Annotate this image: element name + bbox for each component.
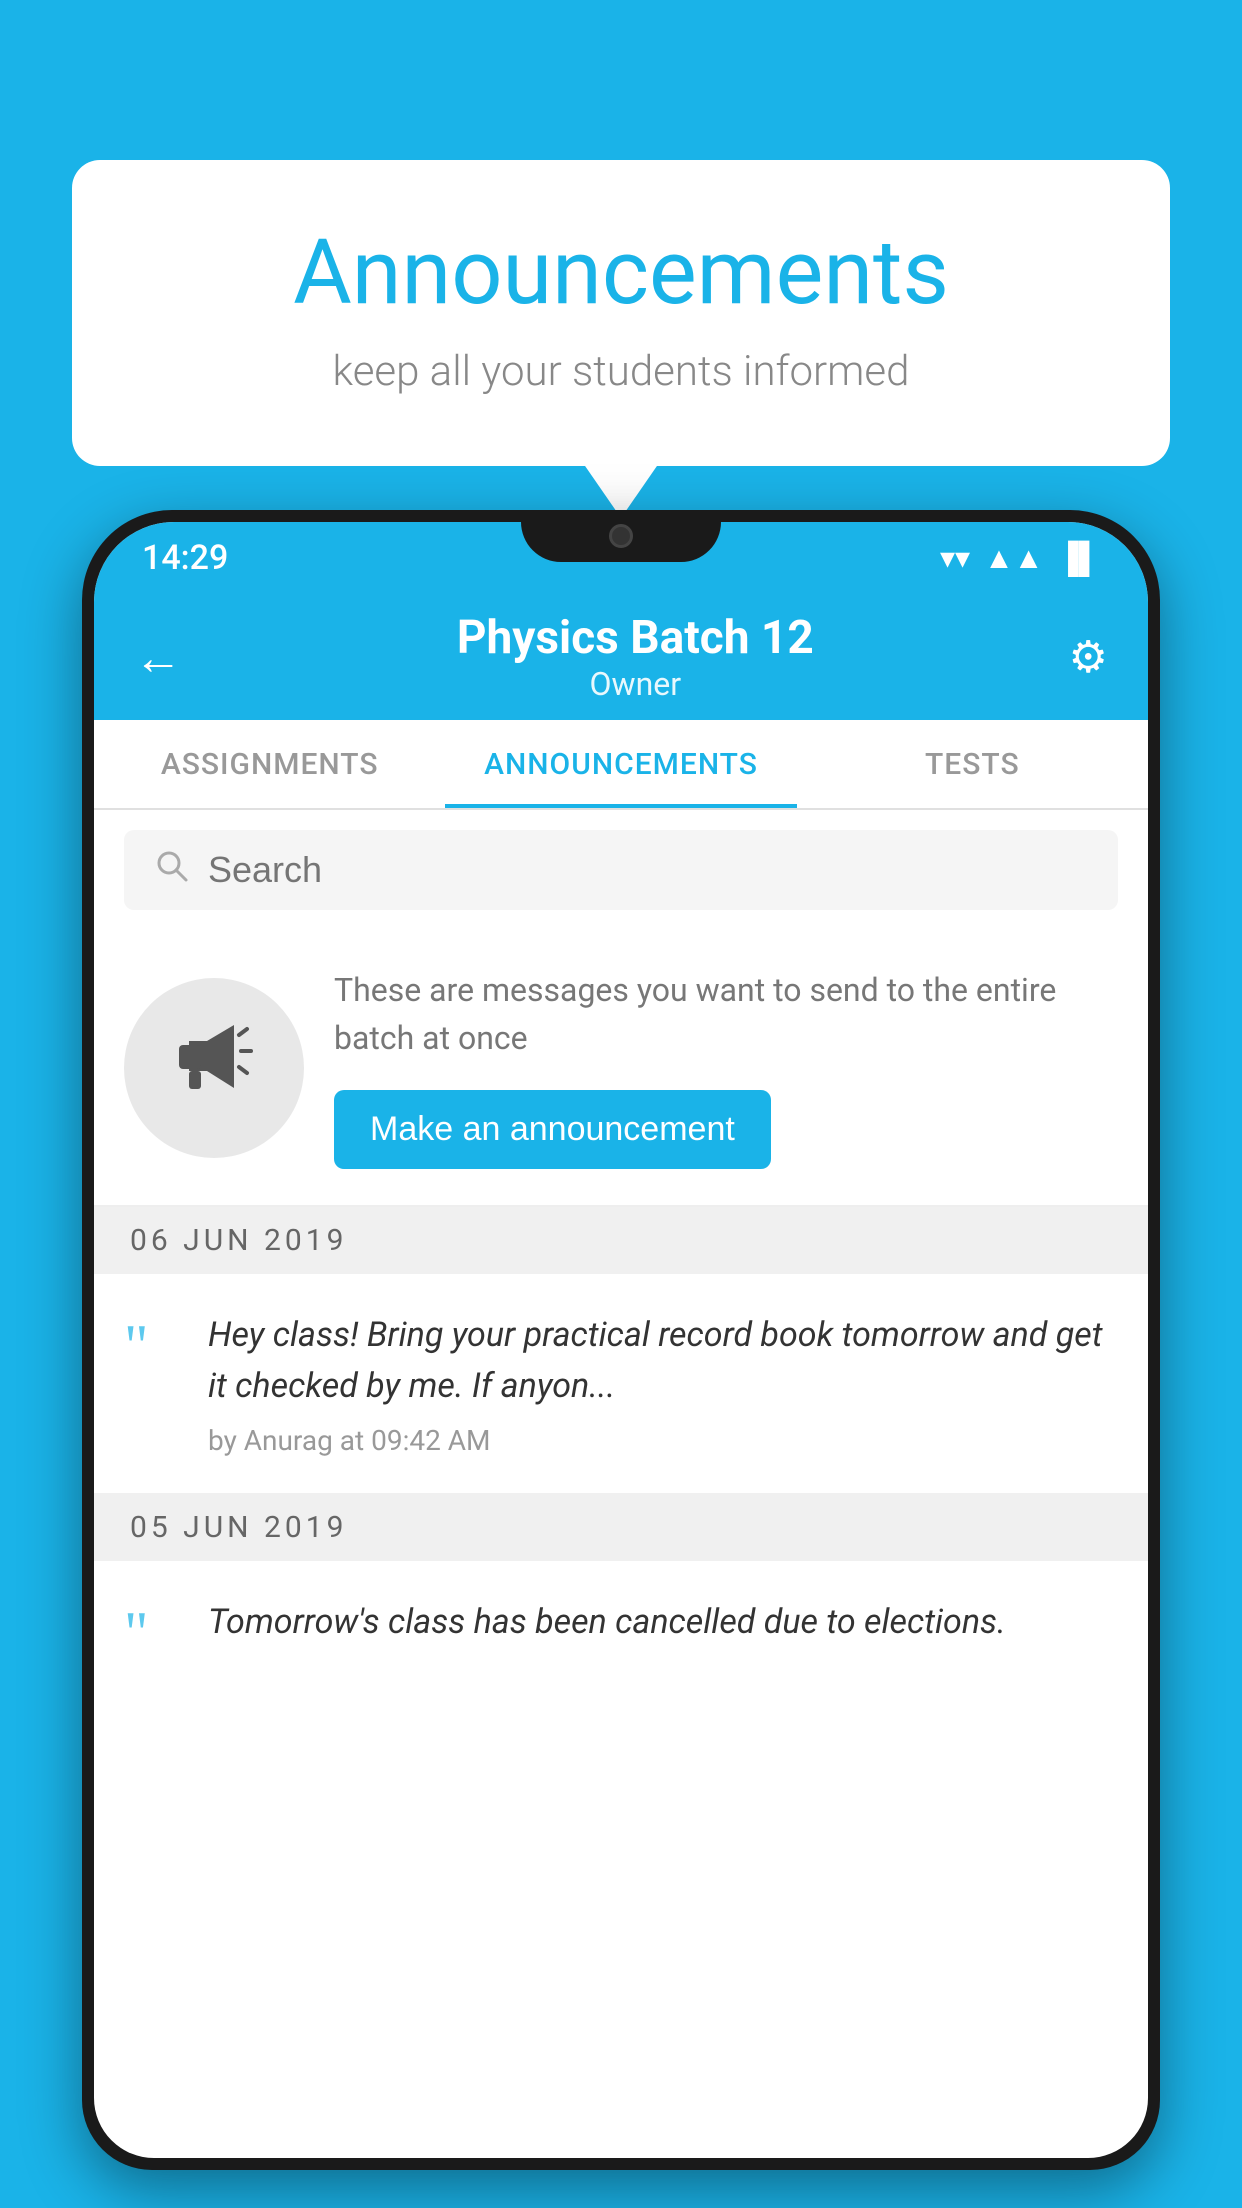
- announcement-item-2: " Tomorrow's class has been cancelled du…: [94, 1561, 1148, 1699]
- phone-frame: 14:29 ▾▾ ▲▲ ▐▌ ← Physics Batch 12 Owner …: [82, 510, 1160, 2170]
- announcement-item-1: " Hey class! Bring your practical record…: [94, 1274, 1148, 1494]
- date-separator-1: 06 JUN 2019: [94, 1207, 1148, 1274]
- announcement-meta-1: by Anurag at 09:42 AM: [208, 1424, 1118, 1457]
- battery-icon: ▐▌: [1057, 541, 1100, 576]
- bubble-subtitle: keep all your students informed: [152, 347, 1090, 396]
- tab-tests[interactable]: TESTS: [797, 720, 1148, 808]
- announcement-text-1: Hey class! Bring your practical record b…: [208, 1310, 1118, 1412]
- status-time: 14:29: [142, 538, 228, 578]
- quote-icon-2: ": [124, 1603, 184, 1663]
- status-icons: ▾▾ ▲▲ ▐▌: [940, 541, 1100, 576]
- app-bar-center: Physics Batch 12 Owner: [202, 611, 1069, 703]
- tab-bar: ASSIGNMENTS ANNOUNCEMENTS TESTS: [94, 720, 1148, 810]
- signal-icon: ▲▲: [984, 541, 1043, 576]
- wifi-icon: ▾▾: [940, 541, 970, 576]
- phone-mockup: 14:29 ▾▾ ▲▲ ▐▌ ← Physics Batch 12 Owner …: [82, 510, 1160, 2208]
- camera-notch: [609, 524, 633, 548]
- date-separator-2: 05 JUN 2019: [94, 1494, 1148, 1561]
- app-bar-title: Physics Batch 12: [202, 611, 1069, 665]
- promo-block: These are messages you want to send to t…: [94, 930, 1148, 1207]
- search-input[interactable]: [208, 849, 1088, 891]
- announcement-content-1: Hey class! Bring your practical record b…: [208, 1310, 1118, 1457]
- promo-icon-circle: [124, 978, 304, 1158]
- promo-description: These are messages you want to send to t…: [334, 966, 1118, 1062]
- megaphone-icon: [169, 1013, 259, 1123]
- speech-bubble-card: Announcements keep all your students inf…: [72, 160, 1170, 466]
- quote-icon-1: ": [124, 1316, 184, 1376]
- tab-assignments[interactable]: ASSIGNMENTS: [94, 720, 445, 808]
- bubble-title: Announcements: [152, 220, 1090, 325]
- announcement-text-2: Tomorrow's class has been cancelled due …: [208, 1597, 1118, 1648]
- app-bar-subtitle: Owner: [202, 665, 1069, 703]
- app-bar: ← Physics Batch 12 Owner ⚙: [94, 594, 1148, 720]
- phone-notch: [521, 510, 721, 562]
- promo-right: These are messages you want to send to t…: [334, 966, 1118, 1169]
- announcement-content-2: Tomorrow's class has been cancelled due …: [208, 1597, 1118, 1660]
- search-bar[interactable]: [124, 830, 1118, 910]
- tab-announcements[interactable]: ANNOUNCEMENTS: [445, 720, 796, 808]
- search-icon: [154, 848, 190, 893]
- make-announcement-button[interactable]: Make an announcement: [334, 1090, 771, 1169]
- settings-button[interactable]: ⚙: [1069, 631, 1108, 683]
- promo-header-section: Announcements keep all your students inf…: [72, 160, 1170, 466]
- search-container: [94, 810, 1148, 930]
- back-button[interactable]: ←: [134, 629, 182, 686]
- phone-screen: 14:29 ▾▾ ▲▲ ▐▌ ← Physics Batch 12 Owner …: [94, 522, 1148, 2158]
